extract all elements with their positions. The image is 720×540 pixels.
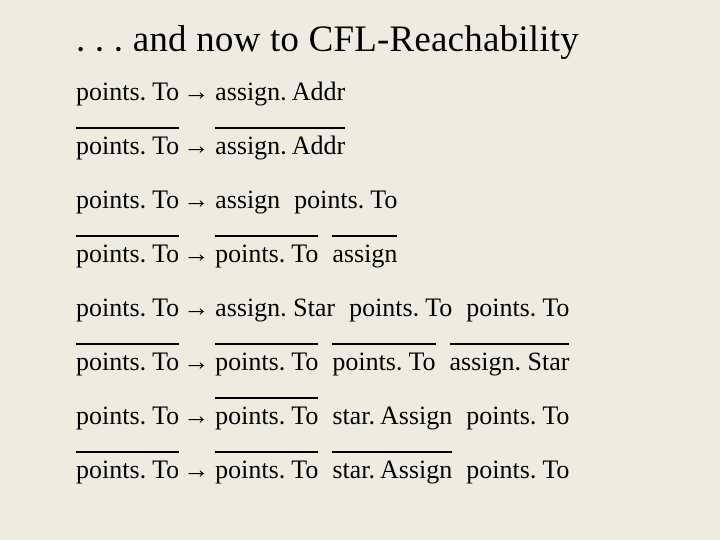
- rule-rhs-symbol: star. Assign: [332, 457, 452, 483]
- rule-lhs: points. To: [76, 133, 179, 159]
- rule-rhs-symbol: points. To: [215, 457, 318, 483]
- rule-rhs-symbol: points. To: [466, 403, 569, 429]
- grammar-rule: points. To→points. Tostar. Assignpoints.…: [76, 457, 680, 483]
- rule-rhs-symbol: star. Assign: [332, 403, 452, 429]
- rule-rhs-symbol: assign. Star: [450, 349, 570, 375]
- grammar-rule: points. To→points. To assign: [76, 241, 680, 267]
- rule-rhs-symbol: points. To: [466, 295, 569, 321]
- arrow-icon: →: [183, 79, 209, 105]
- grammar-rule: points. To→assignpoints. To: [76, 187, 680, 213]
- slide: . . . and now to CFL-Reachability points…: [0, 0, 720, 540]
- rule-rhs-symbol: assign: [215, 187, 280, 213]
- grammar-rule: points. To→points. Topoints. Toassign. S…: [76, 349, 680, 375]
- rule-lhs: points. To: [76, 295, 179, 321]
- rule-rhs-symbol: points. To: [466, 457, 569, 483]
- grammar-rule: points. To→assign. Addr: [76, 79, 680, 105]
- arrow-icon: →: [183, 349, 209, 375]
- arrow-icon: →: [183, 133, 209, 159]
- grammar-rule: points. To→assign. Addr: [76, 133, 680, 159]
- rule-rhs-symbol: points. To: [215, 403, 318, 429]
- grammar-rule: points. To→assign. Starpoints. Topoints.…: [76, 295, 680, 321]
- grammar-rule-list: points. To→assign. Addrpoints. To→assign…: [76, 79, 680, 483]
- rule-rhs-symbol: points. To: [349, 295, 452, 321]
- rule-lhs: points. To: [76, 457, 179, 483]
- arrow-icon: →: [183, 295, 209, 321]
- rule-lhs: points. To: [76, 349, 179, 375]
- rule-rhs-symbol: points. To: [332, 349, 435, 375]
- arrow-icon: →: [183, 457, 209, 483]
- slide-title: . . . and now to CFL-Reachability: [76, 18, 680, 61]
- rule-lhs: points. To: [76, 241, 179, 267]
- rule-lhs: points. To: [76, 79, 179, 105]
- rule-lhs: points. To: [76, 187, 179, 213]
- arrow-icon: →: [183, 187, 209, 213]
- rule-rhs-symbol: assign. Star: [215, 295, 335, 321]
- rule-rhs-symbol: assign. Addr: [215, 133, 345, 159]
- arrow-icon: →: [183, 241, 209, 267]
- grammar-rule: points. To→points. Tostar. Assignpoints.…: [76, 403, 680, 429]
- rule-rhs-symbol: points. To: [215, 241, 318, 267]
- rule-lhs: points. To: [76, 403, 179, 429]
- rule-rhs-symbol: assign: [332, 241, 397, 267]
- rule-rhs-symbol: assign. Addr: [215, 79, 345, 105]
- arrow-icon: →: [183, 403, 209, 429]
- rule-rhs-symbol: points. To: [294, 187, 397, 213]
- rule-rhs-symbol: points. To: [215, 349, 318, 375]
